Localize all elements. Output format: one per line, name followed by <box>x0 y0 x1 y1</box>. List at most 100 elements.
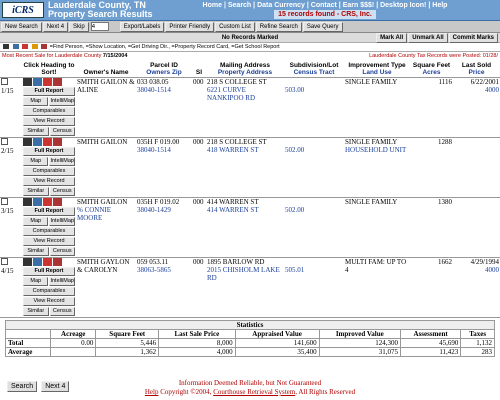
map-button[interactable]: Map <box>23 277 49 286</box>
col-mailing[interactable]: Mailing Address Property Address <box>206 61 284 78</box>
commit-marks-button[interactable]: Commit Marks <box>448 33 498 43</box>
globe-icon[interactable] <box>33 198 42 206</box>
mark-all-button[interactable]: Mark All <box>376 33 408 43</box>
next-4-button[interactable]: Next 4 <box>41 381 70 392</box>
row-checkbox[interactable] <box>1 138 8 145</box>
custom-list-button[interactable]: Custom List <box>215 21 255 32</box>
col-owner[interactable]: Owner's Name <box>76 61 136 78</box>
col-subdivision[interactable]: Subdivision/Lot Census Tract <box>284 61 344 78</box>
globe-icon[interactable] <box>33 78 42 86</box>
owner-zip: 38040-1514 <box>137 146 171 154</box>
car-icon[interactable] <box>43 258 52 266</box>
view-record-button[interactable]: View Record <box>23 117 75 126</box>
col-sqft[interactable]: Square Feet Acres <box>410 61 453 78</box>
export-labels-button[interactable]: Export/Labels <box>119 21 165 32</box>
col-si[interactable]: SI <box>192 61 206 78</box>
map-button[interactable]: Map <box>23 157 49 166</box>
person-icon[interactable] <box>23 78 32 86</box>
owner-name: SMITH GAILON <box>77 198 128 206</box>
car-icon[interactable] <box>43 78 52 86</box>
header-bar: iCRS Lauderdale County, TN Property Sear… <box>0 0 500 21</box>
row-checkbox[interactable] <box>1 258 8 265</box>
skip-input[interactable] <box>90 22 109 31</box>
school-icon[interactable] <box>53 258 62 266</box>
census-button[interactable]: Census <box>49 307 75 316</box>
view-record-button[interactable]: View Record <box>23 297 75 306</box>
crs-link[interactable]: Courthouse Retrieval System <box>213 388 295 396</box>
next-button[interactable]: Next 4 <box>42 21 69 32</box>
no-records-marked: No Records Marked <box>221 35 279 41</box>
printer-friendly-button[interactable]: Printer Friendly <box>165 21 215 32</box>
stats-total-row: Total 0.00 5,446 8,000 141,600 124,300 45,690 1… <box>4 338 495 348</box>
school-icon[interactable] <box>53 198 62 206</box>
map-button[interactable]: Map <box>23 97 49 106</box>
comparables-button[interactable]: Comparables <box>23 167 75 176</box>
car-icon <box>22 44 29 50</box>
skip-button[interactable]: Skip <box>69 21 89 32</box>
improvement-type: SINGLE FAMILY <box>345 138 398 146</box>
car-icon[interactable] <box>43 198 52 206</box>
census-button[interactable]: Census <box>49 187 75 196</box>
search-button[interactable]: Search <box>7 381 38 392</box>
row-checkbox[interactable] <box>1 78 8 85</box>
unmark-all-button[interactable]: Unmark All <box>408 33 448 43</box>
parcel-id[interactable]: 035H F 019.02 <box>137 198 179 206</box>
mailing-address: 414 WARREN ST <box>207 198 259 206</box>
row-checkbox[interactable] <box>1 198 8 205</box>
link-search[interactable]: Search <box>228 2 251 9</box>
link-home[interactable]: Home <box>203 2 222 9</box>
intellimap-button[interactable]: IntelliMap <box>49 157 75 166</box>
census-button[interactable]: Census <box>49 247 75 256</box>
si-value: 000 <box>192 137 206 198</box>
person-icon[interactable] <box>23 138 32 146</box>
person-icon[interactable] <box>23 198 32 206</box>
full-report-button[interactable]: Full Report <box>23 267 75 276</box>
col-last-sold[interactable]: Last Sold Price <box>453 61 500 78</box>
intellimap-button[interactable]: IntelliMap <box>49 97 75 106</box>
full-report-button[interactable]: Full Report <box>23 87 75 96</box>
marks-bar: No Records Marked Mark All Unmark All Co… <box>0 33 500 43</box>
square-feet: 1288 <box>438 138 452 146</box>
school-icon[interactable] <box>53 78 62 86</box>
table-row: 3/15 Full Report Map IntelliMap Comparables V… <box>0 197 500 258</box>
link-help[interactable]: Help <box>432 2 447 9</box>
parcel-id[interactable]: 059 053.11 <box>137 258 168 266</box>
crs-logo: iCRS <box>2 2 44 18</box>
land-use: HOUSEHOLD UNIT <box>345 146 407 154</box>
similar-button[interactable]: Similar <box>23 187 49 196</box>
link-desktop-icon[interactable]: Desktop Icon! <box>380 2 426 9</box>
link-data-currency[interactable]: Data Currency <box>257 2 305 9</box>
new-search-button[interactable]: New Search <box>1 21 42 32</box>
full-report-button[interactable]: Full Report <box>23 147 75 156</box>
col-parcel[interactable]: Parcel ID Owners Zip <box>136 61 192 78</box>
owner-zip: 38040-1514 <box>137 86 171 94</box>
car-icon[interactable] <box>43 138 52 146</box>
intellimap-button[interactable]: IntelliMap <box>49 217 75 226</box>
person-icon[interactable] <box>23 258 32 266</box>
last-sold-date: 6/22/2001 <box>470 78 499 86</box>
view-record-button[interactable]: View Record <box>23 177 75 186</box>
similar-button[interactable]: Similar <box>23 307 49 316</box>
comparables-button[interactable]: Comparables <box>23 287 75 296</box>
link-earn[interactable]: Earn $$$! <box>343 2 375 9</box>
refine-search-button[interactable]: Refine Search <box>255 21 302 32</box>
school-icon[interactable] <box>53 138 62 146</box>
parcel-id[interactable]: 033 038.05 <box>137 78 169 86</box>
view-record-button[interactable]: View Record <box>23 237 75 246</box>
map-button[interactable]: Map <box>23 217 49 226</box>
save-query-button[interactable]: Save Query <box>302 21 343 32</box>
parcel-id[interactable]: 035H F 019.00 <box>137 138 179 146</box>
comparables-button[interactable]: Comparables <box>23 227 75 236</box>
link-contact[interactable]: Contact <box>311 2 337 9</box>
comparables-button[interactable]: Comparables <box>23 107 75 116</box>
full-report-button[interactable]: Full Report <box>23 207 75 216</box>
globe-icon[interactable] <box>33 138 42 146</box>
toolbar: New Search Next 4 Skip Export/Labels Pri… <box>0 21 500 33</box>
globe-icon[interactable] <box>33 258 42 266</box>
col-improvement[interactable]: Improvement Type Land Use <box>344 61 410 78</box>
intellimap-button[interactable]: IntelliMap <box>49 277 75 286</box>
census-button[interactable]: Census <box>49 127 75 136</box>
similar-button[interactable]: Similar <box>23 247 49 256</box>
similar-button[interactable]: Similar <box>23 127 49 136</box>
help-link[interactable]: Help <box>145 388 159 396</box>
